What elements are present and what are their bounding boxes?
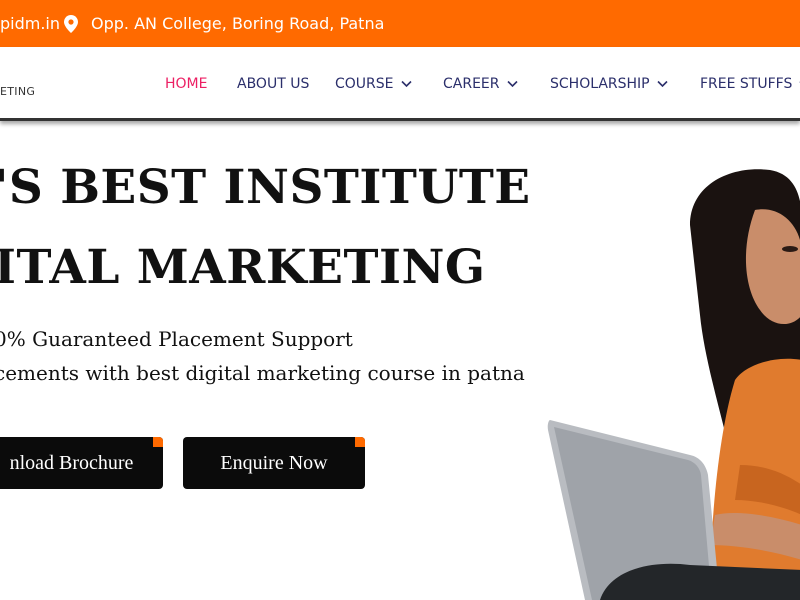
nav-home[interactable]: HOME: [165, 76, 207, 92]
enquire-now-button[interactable]: Enquire Now: [183, 437, 365, 489]
button-corner-accent: [153, 437, 163, 447]
nav-about-us[interactable]: ABOUT US: [237, 76, 309, 92]
nav-free-stuffs-label: FREE STUFFS: [700, 76, 793, 92]
nav-career-label: CAREER: [443, 76, 500, 92]
contact-email[interactable]: pidm.in: [0, 14, 60, 33]
chevron-down-icon: [400, 80, 412, 88]
enquire-now-label: Enquire Now: [220, 451, 328, 474]
contact-address: Opp. AN College, Boring Road, Patna: [91, 14, 385, 33]
hero-title-line-2: ITAL MARKETING: [0, 240, 486, 295]
nav-about-us-label: ABOUT US: [237, 76, 310, 92]
chevron-down-icon: [657, 80, 668, 88]
logo[interactable]: ETING: [0, 85, 35, 98]
nav-course[interactable]: COURSE: [335, 76, 412, 92]
nav-scholarship-label: SCHOLARSHIP: [550, 76, 650, 92]
hero-title-line-1: 'S BEST INSTITUTE: [0, 160, 531, 215]
chevron-down-icon: [506, 80, 518, 88]
map-pin-icon: [64, 15, 78, 33]
button-corner-accent: [355, 437, 365, 447]
download-brochure-label: nload Brochure: [9, 451, 134, 474]
top-contact-bar: pidm.in Opp. AN College, Boring Road, Pa…: [0, 0, 800, 47]
nav-career[interactable]: CAREER: [443, 76, 518, 92]
student-with-laptop-image: [547, 169, 800, 600]
nav-free-stuffs[interactable]: FREE STUFFS: [700, 76, 800, 92]
hero-subtitle-line-2: cements with best digital marketing cour…: [0, 361, 525, 385]
hero-subtitle-line-1: 0% Guaranteed Placement Support: [0, 327, 353, 351]
download-brochure-button[interactable]: nload Brochure: [0, 437, 163, 489]
nav-scholarship[interactable]: SCHOLARSHIP: [550, 76, 668, 92]
site-header: ETING HOME ABOUT US COURSE CAREER SCHOLA…: [0, 47, 800, 121]
nav-course-label: COURSE: [335, 76, 394, 92]
nav-home-label: HOME: [165, 76, 208, 92]
